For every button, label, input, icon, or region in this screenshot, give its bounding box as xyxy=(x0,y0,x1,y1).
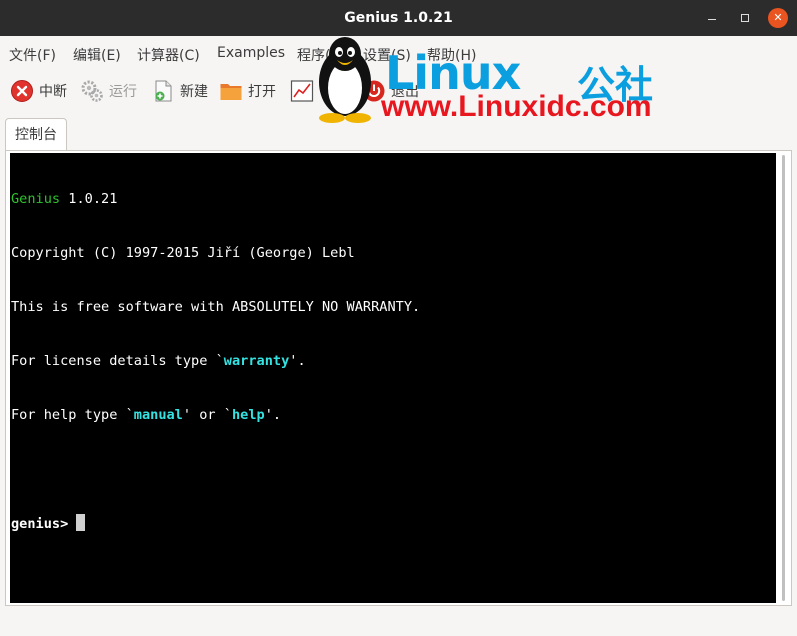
console-app-name: Genius xyxy=(11,191,61,207)
console-text: For license details type ` xyxy=(11,353,224,369)
menu-examples[interactable]: Examples xyxy=(217,45,285,61)
console-scrollbar[interactable] xyxy=(778,153,789,603)
open-button[interactable]: 打开 xyxy=(219,78,276,104)
menu-bar: 文件(F) 编辑(E) 计算器(C) Examples 程序( 设置(S) 帮助… xyxy=(0,36,797,70)
menu-calculator[interactable]: 计算器(C) xyxy=(137,45,200,65)
minimize-button[interactable] xyxy=(702,8,722,28)
console-command: help xyxy=(231,407,265,423)
plot-button[interactable] xyxy=(290,78,319,104)
tab-console[interactable]: 控制台 xyxy=(5,118,67,151)
quit-label: 退出 xyxy=(391,84,419,100)
quit-button[interactable]: 退出 xyxy=(362,78,419,104)
console-terminal[interactable]: Genius 1.0.21 Copyright (C) 1997-2015 Ji… xyxy=(10,153,776,603)
stop-circle-icon xyxy=(11,80,33,102)
power-icon xyxy=(363,80,385,102)
run-button[interactable]: 运行 xyxy=(80,78,137,104)
run-label: 运行 xyxy=(109,84,137,100)
new-label: 新建 xyxy=(180,84,208,100)
minimize-icon xyxy=(708,19,716,20)
menu-edit[interactable]: 编辑(E) xyxy=(73,45,121,65)
console-text: '. xyxy=(264,407,282,423)
console-command: manual xyxy=(133,407,183,423)
new-button[interactable]: 新建 xyxy=(151,78,208,104)
console-line: For help type `manual' or `help'. xyxy=(11,406,775,424)
close-icon: ✕ xyxy=(773,11,783,24)
text-cursor xyxy=(76,514,86,531)
console-version: 1.0.21 xyxy=(60,191,118,207)
console-text: ' or ` xyxy=(182,407,232,423)
title-bar[interactable]: Genius 1.0.21 ✕ xyxy=(0,0,797,36)
console-line: For license details type `warranty'. xyxy=(11,352,775,370)
toolbar: 中断 运行 新建 打开 退出 xyxy=(0,70,797,112)
window-title: Genius 1.0.21 xyxy=(344,10,453,26)
maximize-button[interactable] xyxy=(735,8,755,28)
console-line: Copyright (C) 1997-2015 Jiří (George) Le… xyxy=(11,245,355,261)
console-prompt: genius> xyxy=(11,516,77,532)
maximize-icon xyxy=(741,14,749,22)
folder-icon xyxy=(220,84,242,100)
menu-file[interactable]: 文件(F) xyxy=(9,45,56,65)
open-label: 打开 xyxy=(248,84,276,100)
menu-programs[interactable]: 程序( xyxy=(297,45,330,65)
console-line: Genius 1.0.21 xyxy=(11,190,775,208)
plot-icon xyxy=(290,80,314,102)
console-text: '. xyxy=(289,353,306,369)
console-prompt-line[interactable]: genius> xyxy=(11,514,775,532)
console-command: warranty xyxy=(223,353,290,369)
console-line: This is free software with ABSOLUTELY NO… xyxy=(11,299,421,315)
console-text: For help type ` xyxy=(11,407,134,423)
menu-help[interactable]: 帮助(H) xyxy=(427,45,476,65)
interrupt-button[interactable]: 中断 xyxy=(10,78,67,104)
gears-icon xyxy=(81,80,103,102)
menu-settings[interactable]: 设置(S) xyxy=(363,45,411,65)
interrupt-label: 中断 xyxy=(39,84,67,100)
scrollbar-thumb[interactable] xyxy=(782,155,785,601)
close-button[interactable]: ✕ xyxy=(768,8,788,28)
new-file-icon xyxy=(155,80,172,102)
